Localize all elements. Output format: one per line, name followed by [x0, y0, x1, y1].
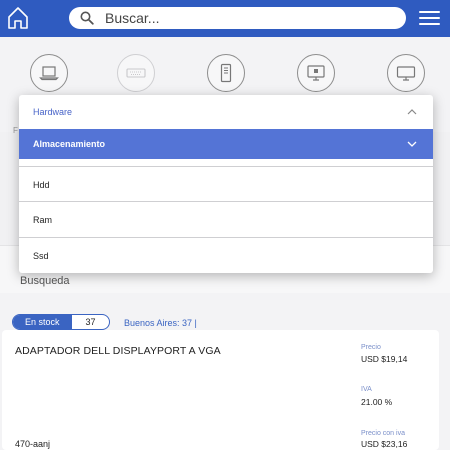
hamburger-menu-icon[interactable] — [419, 10, 440, 27]
dropdown-title: Hardware — [33, 107, 73, 117]
dropdown-option-hdd[interactable]: Hdd — [19, 166, 433, 202]
category-keyboard[interactable] — [117, 54, 155, 92]
category-dropdown[interactable]: Hardware Almacenamiento Hdd Ram Ssd — [19, 95, 433, 273]
home-icon[interactable] — [7, 6, 29, 30]
results-area: En stock 37 Buenos Aires: 37 | ADAPTADOR… — [0, 293, 450, 450]
dropdown-option-ssd[interactable]: Ssd — [19, 237, 433, 273]
dropdown-selected-option[interactable]: Almacenamiento — [19, 129, 433, 159]
top-bar — [0, 0, 450, 37]
option-label: Hdd — [33, 180, 50, 190]
dropdown-option-ram[interactable]: Ram — [19, 201, 433, 237]
option-label: Ssd — [33, 251, 49, 261]
category-monitor[interactable] — [387, 54, 425, 92]
selected-option-label: Almacenamiento — [33, 139, 106, 149]
stock-badge: En stock 37 — [12, 314, 110, 330]
price-iva-label: Precio con iva — [361, 430, 405, 437]
laptop-icon — [39, 66, 59, 81]
stock-label: En stock — [13, 315, 72, 329]
category-all-in-one[interactable] — [297, 54, 335, 92]
chevron-up-icon[interactable] — [407, 109, 417, 115]
product-code: 470-aanj — [15, 439, 51, 449]
chevron-down-icon[interactable] — [407, 141, 417, 147]
product-card[interactable]: ADAPTADOR DELL DISPLAYPORT A VGA 470-aan… — [2, 330, 439, 450]
all-in-one-pc-icon — [307, 65, 325, 81]
partial-label: F — [13, 126, 18, 135]
price-label: Precio — [361, 344, 381, 351]
option-label: Ram — [33, 215, 53, 225]
search-section-title: Busqueda — [20, 275, 70, 287]
price-iva-value: USD $23,16 — [361, 439, 408, 449]
product-name[interactable]: ADAPTADOR DELL DISPLAYPORT A VGA — [15, 345, 221, 357]
category-laptop[interactable] — [30, 54, 68, 92]
price-value: USD $19,14 — [361, 354, 408, 364]
iva-value: 21.00 % — [361, 397, 393, 407]
monitor-icon — [396, 66, 416, 81]
search-input[interactable] — [105, 9, 395, 27]
category-tower[interactable] — [207, 54, 245, 92]
search-bar[interactable] — [69, 7, 406, 29]
search-icon[interactable] — [80, 11, 94, 25]
tower-pc-icon — [220, 63, 232, 83]
iva-label: IVA — [361, 386, 372, 393]
stock-count: 37 — [85, 317, 96, 327]
stock-location[interactable]: Buenos Aires: 37 | — [124, 318, 197, 328]
dropdown-header[interactable]: Hardware — [19, 95, 433, 129]
keyboard-icon — [126, 68, 146, 78]
